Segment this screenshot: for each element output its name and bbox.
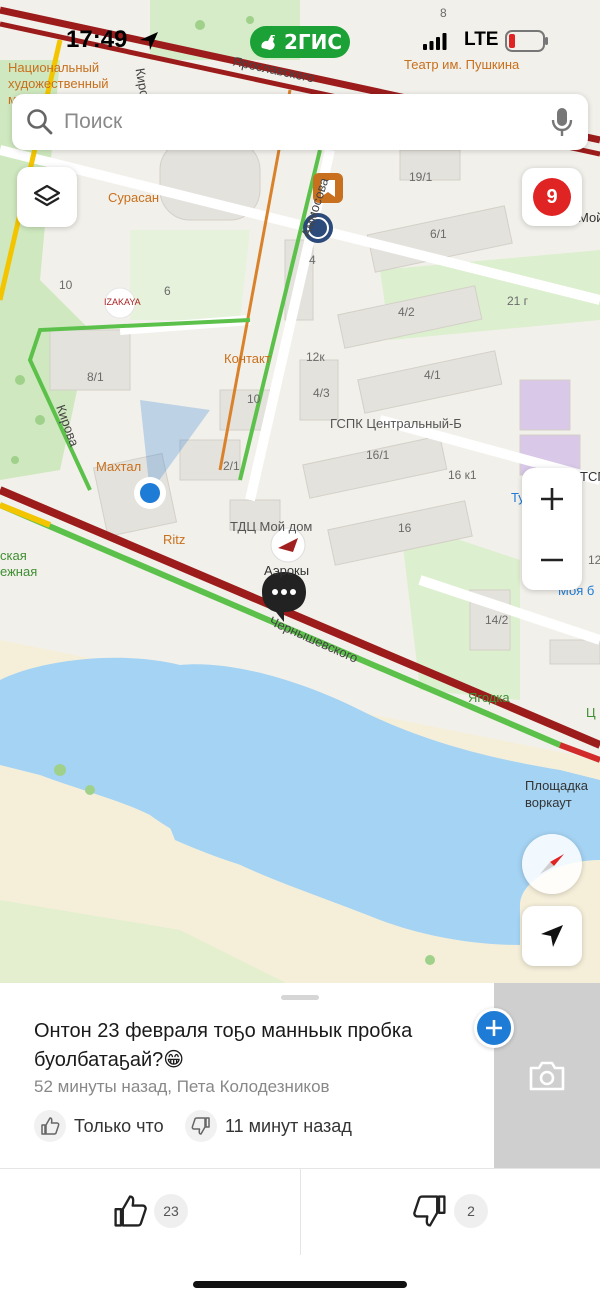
- building-number: 21 г: [507, 294, 529, 308]
- navigation-arrow-icon: [541, 925, 563, 947]
- comment-meta: 52 минуты назад, Пета Колодезников: [34, 1077, 330, 1096]
- battery-icon: [505, 30, 548, 52]
- brand-logo[interactable]: 2ГИС: [250, 26, 350, 58]
- poi-surasan[interactable]: Сурасан: [108, 190, 159, 205]
- plus-icon: [486, 1020, 502, 1036]
- vote-down-button[interactable]: 2: [412, 1189, 488, 1233]
- building-number: 12к: [306, 350, 325, 364]
- search-icon: [27, 109, 53, 135]
- poi-aeroky[interactable]: Аэрокы: [264, 563, 309, 578]
- building-number: 6: [164, 284, 171, 298]
- search-bar[interactable]: [12, 94, 588, 150]
- label-park: ская ежная: [0, 548, 38, 579]
- bottom-sheet: Онтон 23 февраля тоҕо манньык пробка буо…: [0, 983, 600, 1300]
- building-number: 4/2: [398, 305, 415, 319]
- building-number: 10: [247, 392, 261, 406]
- thumbs-up-icon: [114, 1195, 147, 1227]
- building-number: 8: [440, 6, 447, 20]
- poi-tdts[interactable]: ТДЦ Мой дом: [230, 519, 312, 534]
- map-view[interactable]: Национальный художественный музей Театр …: [0, 0, 600, 990]
- thumbs-down-small-icon: [185, 1110, 217, 1142]
- status-bar: 17:49 2ГИС LTE: [0, 22, 600, 62]
- notifications-badge: 9: [533, 178, 571, 216]
- add-photo-panel[interactable]: [494, 983, 600, 1168]
- label-tspk: ТСПК: [580, 469, 600, 484]
- divider: [300, 1169, 301, 1255]
- notifications-button[interactable]: 9: [522, 168, 582, 226]
- vote-up-count: 23: [154, 1194, 188, 1228]
- comment-text: Онтон 23 февраля тоҕо манньык пробка буо…: [34, 1020, 413, 1071]
- building-number: 4/1: [424, 368, 441, 382]
- building-number: 14/2: [485, 613, 509, 627]
- my-location-button[interactable]: [522, 906, 582, 966]
- building-number: 19/1: [409, 170, 433, 184]
- building-number: 8/1: [87, 370, 104, 384]
- vote-up-button[interactable]: 23: [112, 1189, 188, 1233]
- layers-button[interactable]: [17, 167, 77, 227]
- label-ploshchadka[interactable]: Площадка воркаут: [525, 777, 600, 811]
- status-time: 17:49: [66, 26, 128, 53]
- reaction-dislike-label: 11 минут назад: [225, 1115, 352, 1136]
- network-type: LTE: [464, 29, 499, 50]
- building-number: 16/1: [366, 448, 390, 462]
- poi-izakaya[interactable]: IZAKAYA: [104, 297, 141, 307]
- zoom-controls: [522, 468, 582, 590]
- signal-icon: [423, 33, 447, 50]
- thumbs-down-icon: [413, 1195, 446, 1227]
- compass-button[interactable]: [522, 834, 582, 894]
- poi-ritz[interactable]: Ritz: [163, 532, 185, 547]
- minus-icon: [541, 558, 563, 561]
- building-number: 10: [59, 278, 73, 292]
- layers-icon: [33, 184, 61, 207]
- camera-icon: [529, 1061, 565, 1090]
- building-number: 6/1: [430, 227, 447, 241]
- microphone-icon[interactable]: [548, 106, 576, 138]
- poi-makhtal[interactable]: Махтал: [96, 459, 141, 474]
- building-number: 12: [588, 553, 600, 567]
- vote-down-count: 2: [454, 1194, 488, 1228]
- comment-card[interactable]: Онтон 23 февраля тоҕо манньык пробка буо…: [0, 983, 494, 1168]
- thumbs-up-small-icon: [34, 1110, 66, 1142]
- add-button[interactable]: [474, 1008, 514, 1048]
- search-input[interactable]: [64, 94, 524, 150]
- label-gspk: ГСПК Центральный-Б: [330, 416, 462, 431]
- location-arrow-icon: [140, 32, 158, 50]
- poi-yagodka[interactable]: Ягодка: [468, 690, 510, 705]
- plus-icon: [541, 487, 563, 510]
- reaction-dislike[interactable]: 11 минут назад: [185, 1108, 352, 1144]
- label-ts[interactable]: Ц: [586, 705, 596, 720]
- poi-kontakt[interactable]: Контакт: [224, 351, 271, 366]
- building-number: 16: [398, 521, 412, 535]
- reaction-like-label: Только что: [74, 1115, 164, 1136]
- building-number: 2/1: [223, 459, 240, 473]
- brand-name: 2ГИС: [283, 30, 343, 54]
- building-number: 16 к1: [448, 468, 477, 482]
- zoom-out-button[interactable]: [522, 529, 582, 590]
- goose-icon: [261, 35, 275, 50]
- home-indicator[interactable]: [193, 1281, 407, 1288]
- zoom-in-button[interactable]: [522, 468, 582, 529]
- reaction-like[interactable]: Только что: [34, 1108, 164, 1144]
- building-number: 4/3: [313, 386, 330, 400]
- compass-icon: [540, 854, 564, 874]
- building-number: 4: [309, 253, 316, 267]
